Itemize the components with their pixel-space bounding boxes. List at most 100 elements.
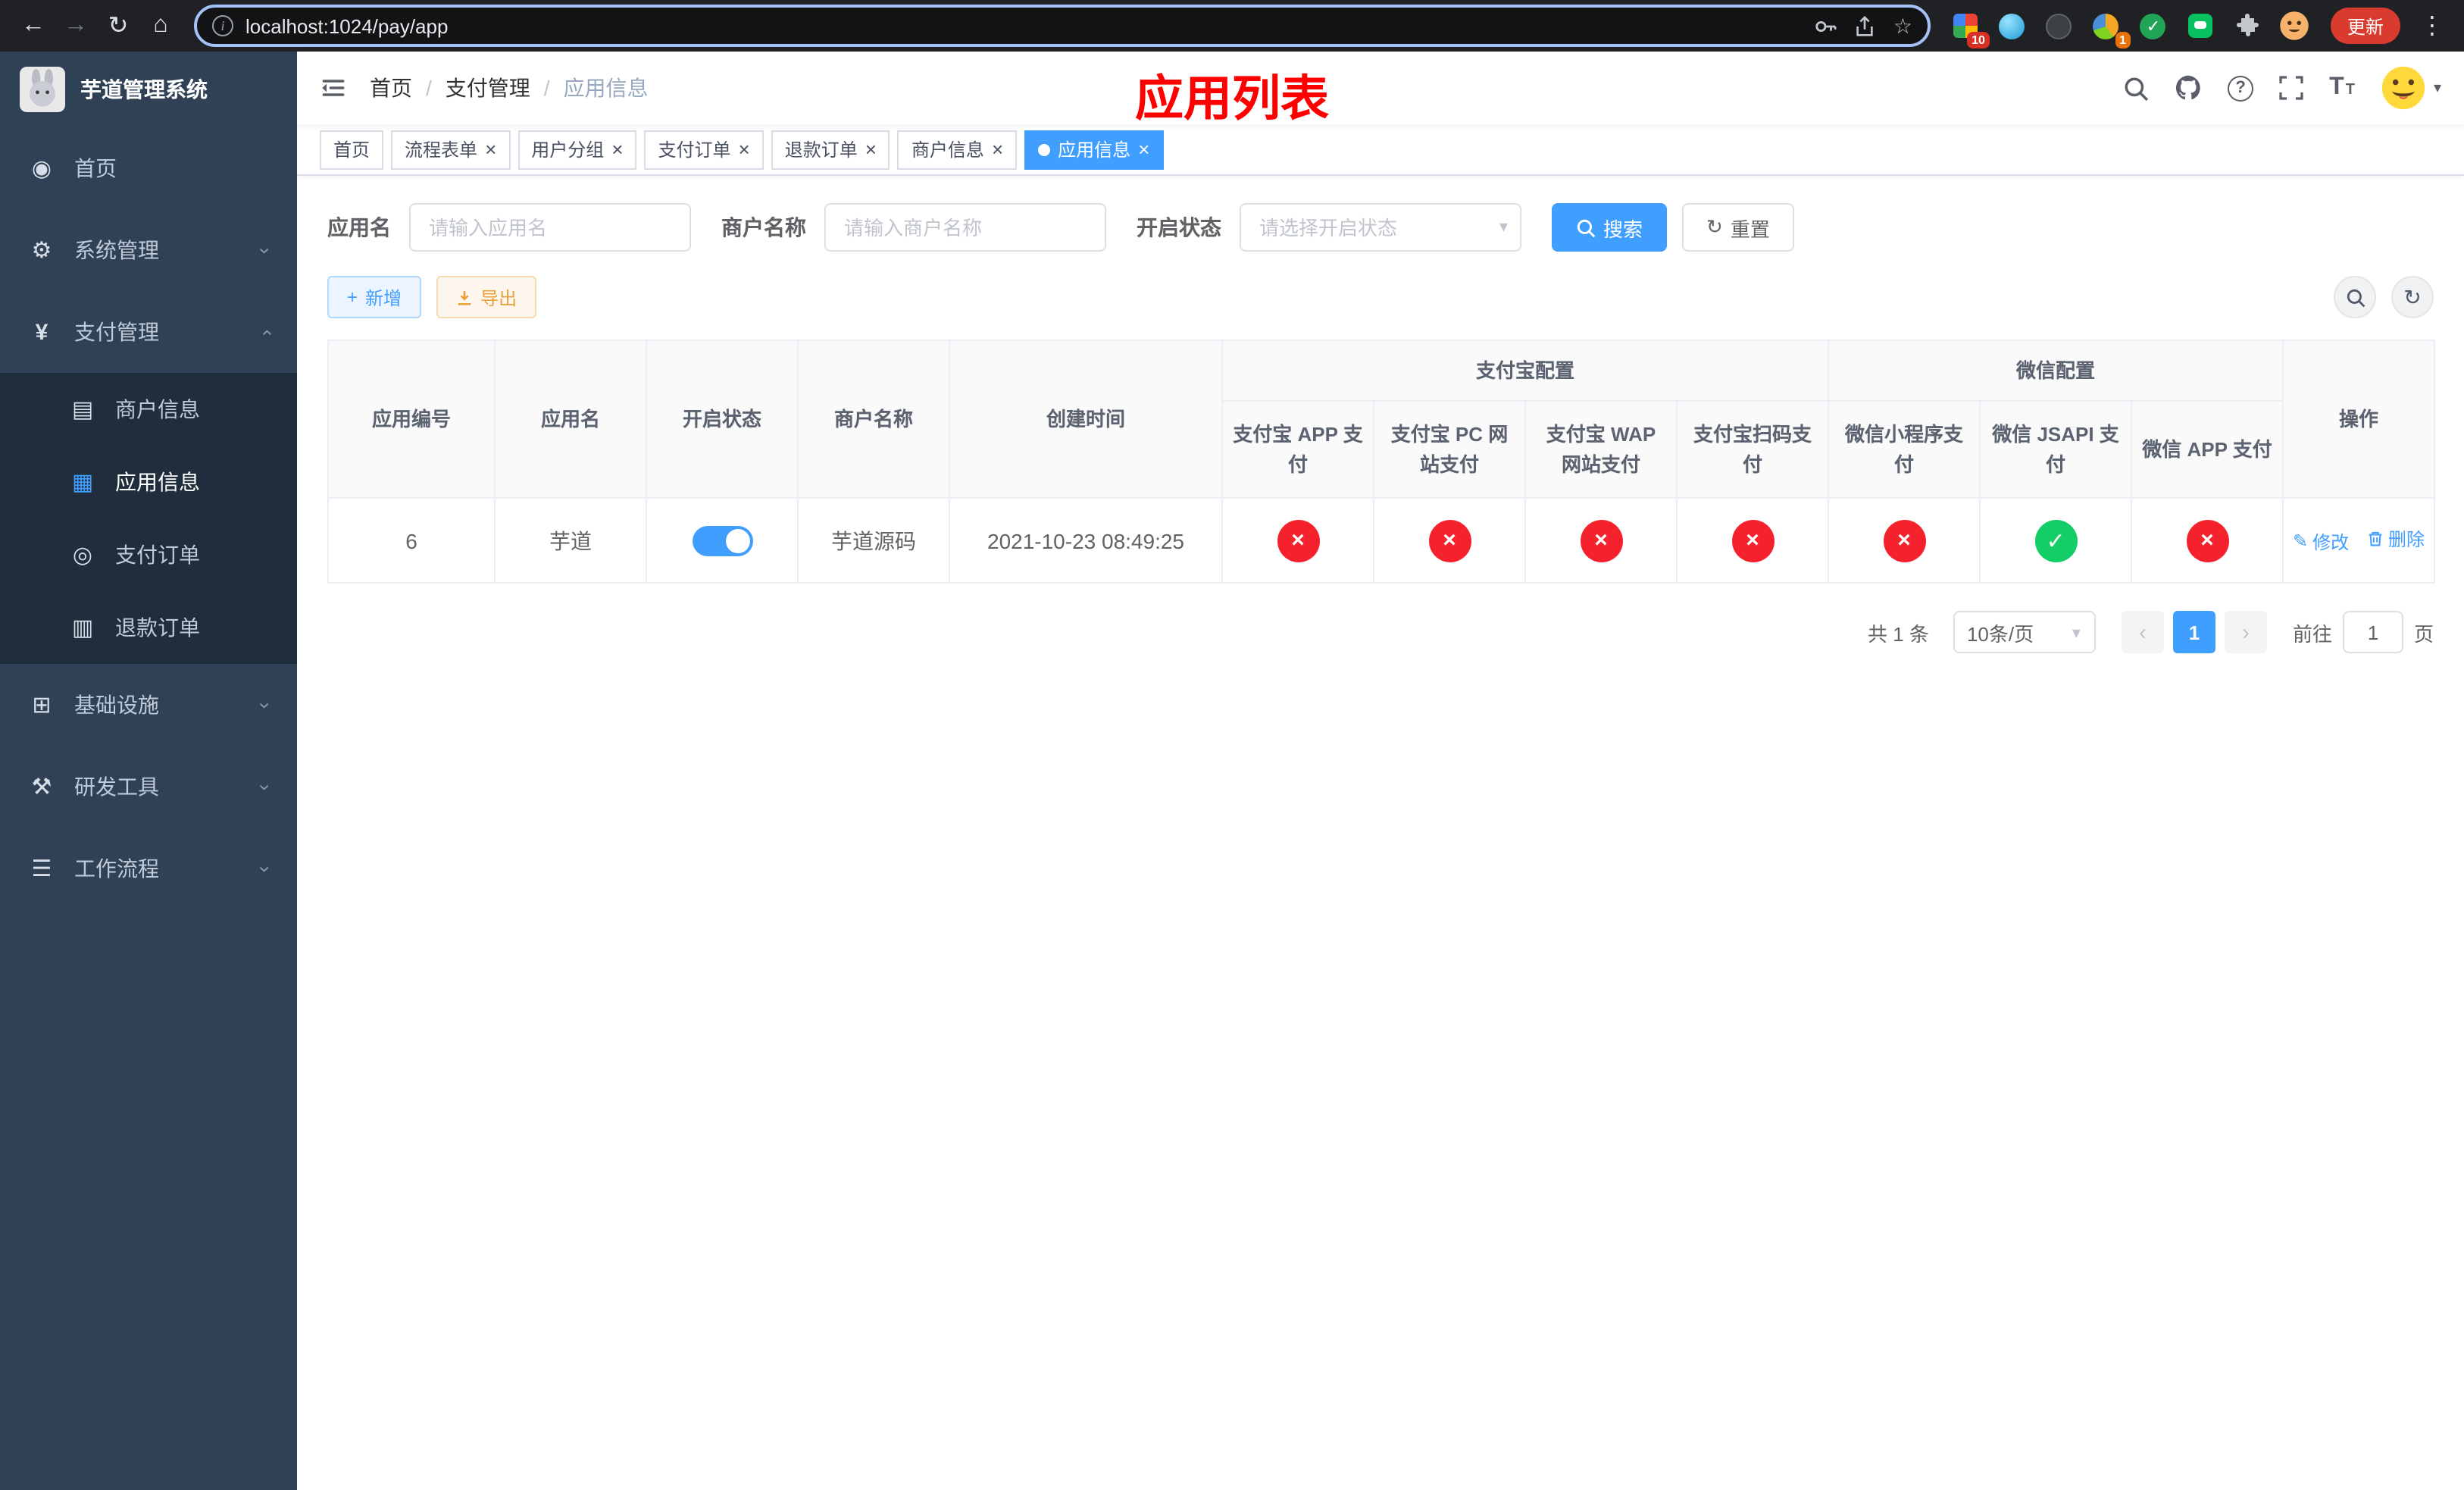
browser-back-icon[interactable]: ← <box>12 5 55 47</box>
sidebar-item-home[interactable]: ◉ 首页 <box>0 127 297 209</box>
sidebar-item-infrastructure[interactable]: ⊞ 基础设施 › <box>0 664 297 746</box>
app-name-label: 应用名 <box>327 215 391 239</box>
tab-label: 支付订单 <box>658 139 731 161</box>
address-bar[interactable]: i localhost:1024/pay/app ☆ <box>194 5 1931 47</box>
key-icon[interactable] <box>1815 14 1837 37</box>
browser-toolbar: ← → ↻ ⌂ i localhost:1024/pay/app ☆ 10 1 … <box>0 0 2464 52</box>
extension-avatar-icon[interactable]: 1 <box>2090 9 2131 49</box>
tab-process-form[interactable]: 流程表单 × <box>391 130 511 169</box>
sidebar-item-workflow[interactable]: ☰ 工作流程 › <box>0 828 297 909</box>
table-toolbar: + 新增 导出 ↻ <box>327 276 2434 318</box>
tools-icon: ⚒ <box>31 775 52 800</box>
sidebar-item-label: 支付订单 <box>115 543 200 567</box>
apps-table: 应用编号 应用名 开启状态 商户名称 创建时间 支付宝配置 微信配置 操作 支付… <box>327 340 2436 584</box>
help-icon[interactable]: ? <box>2228 75 2254 101</box>
delete-link[interactable]: 删除 <box>2367 527 2425 552</box>
site-info-icon[interactable]: i <box>212 15 233 36</box>
sidebar-item-label: 系统管理 <box>74 238 159 262</box>
font-size-icon[interactable]: TT <box>2329 74 2355 102</box>
app-title: 芋道管理系统 <box>80 77 208 102</box>
channel-status-icon: ✓ <box>2034 519 2078 562</box>
tab-payment-orders[interactable]: 支付订单 × <box>644 130 764 169</box>
sidebar-item-label: 退款订单 <box>115 615 200 640</box>
tab-refund-orders[interactable]: 退款订单 × <box>771 130 890 169</box>
channel-status-icon: × <box>1277 519 1319 562</box>
tags-view: 首页 流程表单 × 用户分组 × 支付订单 × 退款订单 × 商户信息 × 应用… <box>297 124 2464 176</box>
tab-close-icon[interactable]: × <box>865 139 877 159</box>
user-menu[interactable]: ▾ <box>2381 65 2441 111</box>
extensions-puzzle-icon[interactable] <box>2231 9 2264 42</box>
browser-reload-icon[interactable]: ↻ <box>97 5 139 47</box>
status-select[interactable]: ▾ <box>1240 203 1521 252</box>
tab-merchant-info[interactable]: 商户信息 × <box>897 130 1018 169</box>
extension-chat-icon[interactable] <box>2184 9 2217 42</box>
tab-close-icon[interactable]: × <box>485 139 496 159</box>
payment-submenu: ▤ 商户信息 ▦ 应用信息 ◎ 支付订单 ▥ 退款订单 <box>0 373 297 664</box>
column-header-wx-app: 微信 APP 支付 <box>2131 400 2284 499</box>
tab-close-icon[interactable]: × <box>992 139 1003 159</box>
export-button-label: 导出 <box>480 287 518 308</box>
sidebar-item-merchant-info[interactable]: ▤ 商户信息 <box>0 373 297 446</box>
reset-button-label: 重置 <box>1730 218 1770 240</box>
tab-close-icon[interactable]: × <box>739 139 750 159</box>
share-icon[interactable] <box>1854 14 1877 37</box>
export-button[interactable]: 导出 <box>436 276 537 318</box>
sidebar-item-refund-orders[interactable]: ▥ 退款订单 <box>0 591 297 664</box>
edit-link[interactable]: ✎ 修改 <box>2293 529 2349 555</box>
sidebar-item-label: 工作流程 <box>74 856 159 881</box>
extension-drop-icon[interactable] <box>1996 9 2029 42</box>
browser-home-icon[interactable]: ⌂ <box>139 5 182 47</box>
breadcrumb-home[interactable]: 首页 <box>370 73 412 103</box>
search-icon[interactable] <box>2123 75 2149 101</box>
add-button[interactable]: + 新增 <box>327 276 422 318</box>
sidebar-item-label: 商户信息 <box>115 397 200 421</box>
search-button-label: 搜索 <box>1603 218 1643 240</box>
github-icon[interactable] <box>2175 74 2202 102</box>
viewport: ← → ↻ ⌂ i localhost:1024/pay/app ☆ 10 1 … <box>0 0 2464 1490</box>
merchant-name-input[interactable] <box>824 203 1106 252</box>
channel-status-icon: × <box>1428 519 1471 562</box>
browser-profile-avatar[interactable] <box>2278 9 2311 42</box>
tab-user-group[interactable]: 用户分组 × <box>518 130 637 169</box>
page-size-select[interactable]: 10条/页 ▾ <box>1953 611 2096 653</box>
browser-menu-kebab-icon[interactable]: ⋮ <box>2419 5 2446 47</box>
extension-badge: 10 <box>1967 32 1990 49</box>
tab-close-icon[interactable]: × <box>1138 139 1149 159</box>
sidebar-item-system[interactable]: ⚙ 系统管理 › <box>0 209 297 291</box>
tab-home[interactable]: 首页 <box>320 130 384 169</box>
next-page-button[interactable]: › <box>2224 611 2267 653</box>
reset-button[interactable]: ↻ 重置 <box>1682 203 1794 252</box>
status-select-input[interactable] <box>1240 203 1521 252</box>
sidebar-item-payment-orders[interactable]: ◎ 支付订单 <box>0 518 297 591</box>
url-text: localhost:1024/pay/app <box>245 14 449 37</box>
extension-dark-icon[interactable] <box>2043 9 2076 42</box>
status-toggle[interactable] <box>692 525 752 556</box>
extension-grid-icon[interactable]: 10 <box>1949 9 1990 49</box>
refresh-table-button[interactable]: ↻ <box>2391 276 2434 318</box>
hide-search-button[interactable] <box>2334 276 2376 318</box>
tab-close-icon[interactable]: × <box>611 139 623 159</box>
goto-page-input[interactable] <box>2342 611 2403 653</box>
tab-app-info[interactable]: 应用信息 × <box>1024 130 1164 169</box>
grid-icon: ▦ <box>71 470 94 496</box>
update-button[interactable]: 更新 <box>2330 8 2400 44</box>
page-number-button[interactable]: 1 <box>2172 611 2215 653</box>
cell-merchant-name: 芋道源码 <box>797 497 950 584</box>
sidebar-item-app-info[interactable]: ▦ 应用信息 <box>0 446 297 518</box>
browser-forward-icon[interactable]: → <box>55 5 97 47</box>
extension-check-icon[interactable]: ✓ <box>2137 9 2170 42</box>
bookmark-star-icon[interactable]: ☆ <box>1893 13 1912 39</box>
sidebar-item-payment[interactable]: ¥ 支付管理 › <box>0 291 297 373</box>
fullscreen-icon[interactable] <box>2279 76 2303 100</box>
refresh-icon: ↻ <box>2403 284 2422 308</box>
breadcrumb-payment[interactable]: 支付管理 <box>446 73 530 103</box>
prev-page-button[interactable]: ‹ <box>2121 611 2164 653</box>
chevron-up-icon: › <box>253 328 277 336</box>
sidebar-item-dev-tools[interactable]: ⚒ 研发工具 › <box>0 746 297 828</box>
app-name-input[interactable] <box>409 203 691 252</box>
sidebar-fold-icon[interactable] <box>320 74 347 102</box>
sidebar-menu: ◉ 首页 ⚙ 系统管理 › ¥ 支付管理 › ▤ 商户信息 ▦ 应用信息 ◎ 支… <box>0 127 297 909</box>
search-button[interactable]: 搜索 <box>1552 203 1668 252</box>
goto-page: 前往 页 <box>2293 611 2434 653</box>
app-logo[interactable]: 芋道管理系统 <box>0 52 297 127</box>
